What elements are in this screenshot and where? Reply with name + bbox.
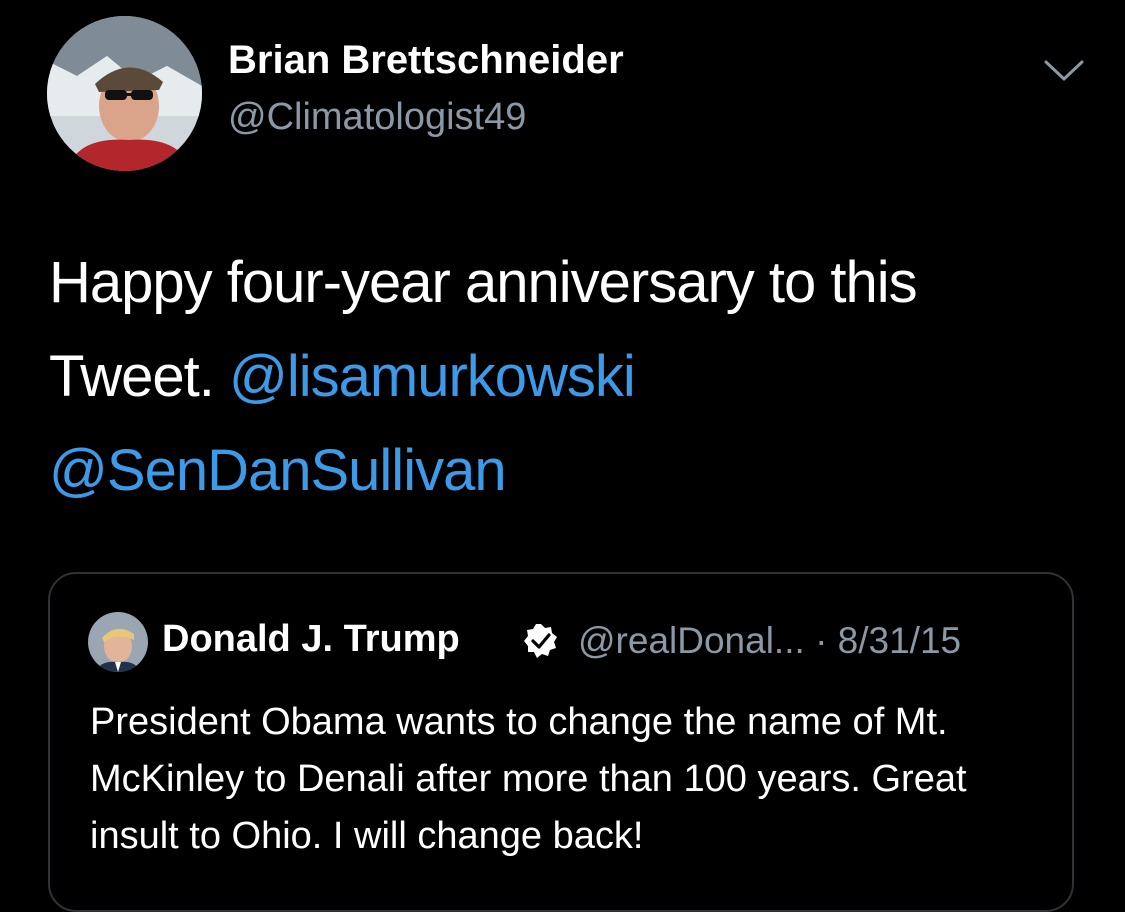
quoted-tweet-card[interactable]: Donald J. Trump @realDonal... · 8/31/15 … [48,572,1074,912]
author-avatar[interactable] [47,16,202,171]
quoted-author-display-name[interactable]: Donald J. Trump [162,618,460,661]
mention-link-lisamurkowski[interactable]: @lisamurkowski [229,344,636,409]
quoted-tweet-date[interactable]: 8/31/15 [838,620,961,661]
meta-separator: · [815,620,828,661]
avatar-photo-icon [47,16,202,171]
mention-link-sendansullivan[interactable]: @SenDanSullivan [49,438,507,503]
tweet-text-line1: Happy four-year anniversary to this [49,250,918,315]
quoted-avatar-photo-icon [88,612,148,672]
author-display-name[interactable]: Brian Brettschneider [228,38,624,83]
tweet-header: Brian Brettschneider @Climatologist49 [0,0,1125,200]
quoted-author-handle[interactable]: @realDonal... [578,620,805,661]
tweet-text-line2: Tweet. [49,344,229,409]
quoted-tweet-text: President Obama wants to change the name… [90,701,967,857]
author-handle[interactable]: @Climatologist49 [228,96,526,139]
verified-badge-icon [522,622,560,660]
quoted-author-avatar[interactable] [88,612,148,672]
quoted-meta: @realDonal... · 8/31/15 [578,620,961,662]
chevron-down-icon[interactable] [1042,52,1086,88]
tweet-body: Happy four-year anniversary to this Twee… [49,236,1089,518]
